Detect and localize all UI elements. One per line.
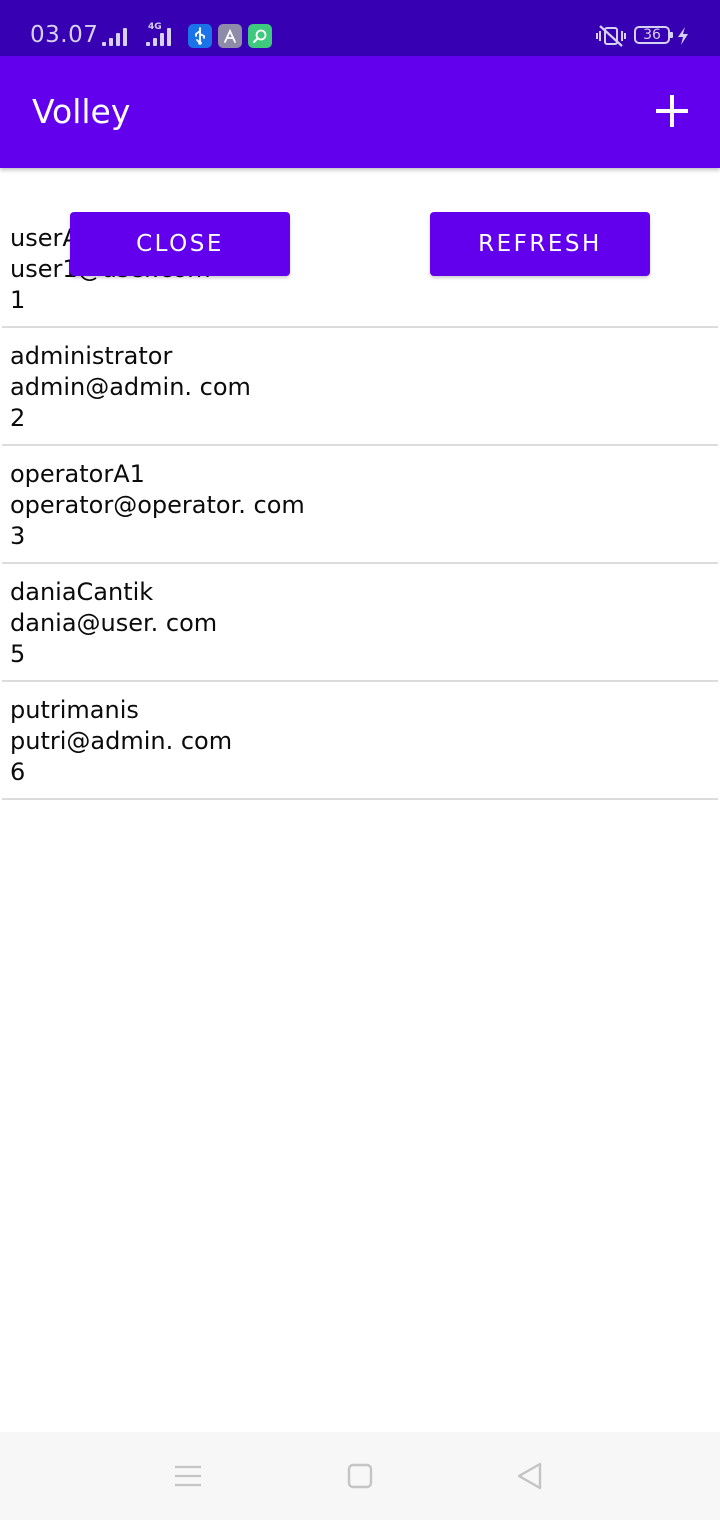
home-icon[interactable] (344, 1460, 376, 1492)
usb-icon (188, 24, 212, 48)
user-id: 5 (10, 640, 26, 668)
search-app-icon (248, 24, 272, 48)
battery-icon: 36 (634, 26, 673, 44)
list-item[interactable]: putrimanis putri@admin. com 6 (2, 682, 718, 800)
app-title: Volley (32, 92, 131, 131)
list-item[interactable]: daniaCantik dania@user. com 5 (2, 564, 718, 682)
username: userA (10, 224, 79, 252)
back-icon[interactable] (514, 1460, 546, 1492)
add-icon[interactable] (650, 89, 694, 133)
user-id: 1 (10, 286, 26, 314)
user-email: operator@operator. com (10, 491, 305, 519)
vibrate-off-icon (596, 25, 626, 47)
user-email: dania@user. com (10, 609, 218, 637)
app-bar: Volley (0, 56, 720, 168)
username: administrator (10, 342, 173, 370)
signal-4g-icon (146, 26, 171, 46)
list-item[interactable]: administrator admin@admin. com 2 (2, 328, 718, 446)
user-email: putri@admin. com (10, 727, 233, 755)
menu-icon[interactable] (172, 1460, 204, 1492)
user-list: userA user1@user.com 1 administrator adm… (0, 210, 720, 800)
user-email: admin@admin. com (10, 373, 251, 401)
list-item[interactable]: operatorA1 operator@operator. com 3 (2, 446, 718, 564)
user-id: 2 (10, 404, 26, 432)
username: operatorA1 (10, 460, 145, 488)
close-button[interactable]: CLOSE (70, 212, 290, 276)
navigation-bar (0, 1432, 720, 1520)
username: putrimanis (10, 696, 139, 724)
user-id: 3 (10, 522, 26, 550)
username: daniaCantik (10, 578, 154, 606)
charging-icon (678, 27, 688, 45)
status-time: 03.07 (30, 22, 99, 48)
status-bar: 03.07 4G 36 (0, 0, 720, 56)
user-id: 6 (10, 758, 26, 786)
signal-icon (102, 26, 127, 46)
refresh-button[interactable]: REFRESH (430, 212, 650, 276)
app-store-icon (218, 24, 242, 48)
